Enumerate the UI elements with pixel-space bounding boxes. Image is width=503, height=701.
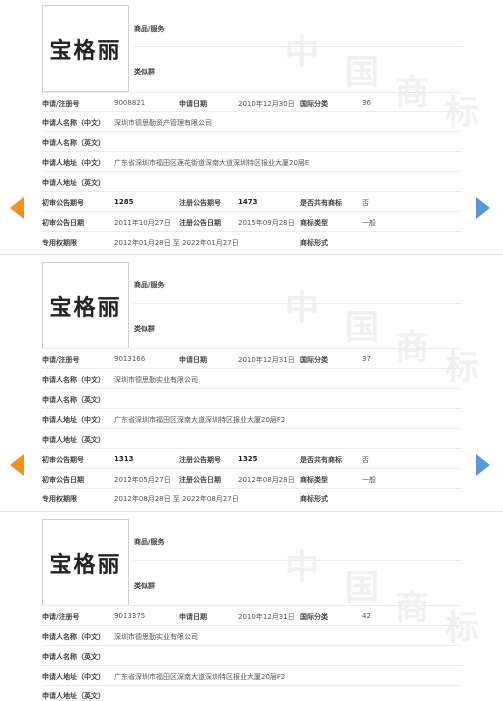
app-date-label: 申请日期 — [179, 356, 207, 364]
prev-arrow-icon[interactable] — [10, 454, 24, 476]
mark-type-label: 商标类型 — [300, 476, 328, 484]
watermark-char: 国 — [345, 308, 379, 348]
intl-class-label: 国际分类 — [300, 613, 328, 621]
intl-class-value: 36 — [362, 99, 371, 107]
mark-form-label: 商标形式 — [300, 495, 328, 503]
next-arrow-icon[interactable] — [476, 454, 490, 476]
watermark-char: 中 — [285, 33, 319, 73]
goods-services-label: 商品/服务 — [134, 538, 165, 546]
applicant-en-label: 申请人名称（英文） — [42, 396, 105, 404]
prelim-date-label: 初审公告日期 — [42, 219, 84, 227]
watermark-char: 国 — [345, 568, 379, 608]
mark-type-value: 一般 — [362, 219, 376, 227]
address-cn-label: 申请人地址（中文） — [42, 416, 105, 424]
prelim-issue-label: 初审公告期号 — [42, 199, 84, 207]
reg-issue-label: 注册公告期号 — [179, 199, 221, 207]
watermark-char: 中 — [285, 288, 319, 328]
intl-class-label: 国际分类 — [300, 100, 328, 108]
prelim-date-value: 2012年05月27日 — [114, 476, 171, 484]
reg-date-label: 注册公告日期 — [179, 219, 221, 227]
exclusive-period-label: 专用权期限 — [42, 495, 77, 503]
address-en-label: 申请人地址（英文） — [42, 692, 105, 700]
app-date-label: 申请日期 — [179, 100, 207, 108]
intl-class-value: 37 — [362, 355, 371, 363]
shared-label: 是否共有商标 — [300, 199, 342, 207]
similar-group-label: 类似群 — [134, 325, 155, 333]
intl-class-label: 国际分类 — [300, 356, 328, 364]
mark-type-value: 一般 — [362, 476, 376, 484]
goods-services-label: 商品/服务 — [134, 25, 165, 33]
app-date-value: 2010年12月30日 — [238, 100, 295, 108]
reg-no-label: 申请/注册号 — [42, 356, 80, 364]
trademark-logo[interactable]: 宝格丽 — [42, 262, 129, 349]
applicant-cn-label: 申请人名称（中文） — [42, 119, 105, 127]
reg-date-label: 注册公告日期 — [179, 476, 221, 484]
next-arrow-icon[interactable] — [476, 197, 490, 219]
trademark-logo[interactable]: 宝格丽 — [42, 5, 129, 92]
address-cn-label: 申请人地址（中文） — [42, 673, 105, 681]
exclusive-period-value: 2012年08月28日 至 2022年08月27日 — [114, 495, 239, 503]
applicant-cn-value: 深圳市德思勤实业有限公司 — [114, 633, 198, 641]
reg-no-value: 9013375 — [114, 612, 146, 620]
reg-no-label: 申请/注册号 — [42, 100, 80, 108]
exclusive-period-label: 专用权期限 — [42, 239, 77, 247]
shared-value: 否 — [362, 456, 369, 464]
applicant-cn-value: 深圳市德思勤资产管理有限公司 — [114, 119, 212, 127]
prelim-issue-label: 初审公告期号 — [42, 456, 84, 464]
reg-no-label: 申请/注册号 — [42, 613, 80, 621]
watermark-char: 国 — [345, 53, 379, 93]
watermark-char: 商 — [395, 328, 429, 368]
address-cn-value: 广东省深圳市福田区深南大道深圳特区报业大厦20层F2 — [114, 673, 286, 681]
reg-issue-value: 1325 — [238, 455, 258, 463]
applicant-cn-label: 申请人名称（中文） — [42, 376, 105, 384]
intl-class-value: 42 — [362, 612, 371, 620]
app-date-value: 2010年12月31日 — [238, 613, 295, 621]
reg-issue-label: 注册公告期号 — [179, 456, 221, 464]
reg-date-value: 2012年08月28日 — [238, 476, 295, 484]
reg-date-value: 2015年09月28日 — [238, 219, 295, 227]
mark-type-label: 商标类型 — [300, 219, 328, 227]
applicant-cn-label: 申请人名称（中文） — [42, 633, 105, 641]
exclusive-period-value: 2012年01月28日 至 2022年01月27日 — [114, 239, 239, 247]
mark-form-label: 商标形式 — [300, 239, 328, 247]
address-en-label: 申请人地址（英文） — [42, 179, 105, 187]
prev-arrow-icon[interactable] — [10, 197, 24, 219]
reg-no-value: 9008821 — [114, 99, 146, 107]
shared-label: 是否共有商标 — [300, 456, 342, 464]
watermark-char: 中 — [285, 548, 319, 588]
applicant-cn-value: 深圳市德思勤实业有限公司 — [114, 376, 198, 384]
applicant-en-label: 申请人名称（英文） — [42, 653, 105, 661]
address-cn-value: 广东省深圳市福田区深南大道深圳特区报业大厦20层F2 — [114, 416, 286, 424]
applicant-en-label: 申请人名称（英文） — [42, 139, 105, 147]
prelim-issue-value: 1285 — [114, 198, 134, 206]
goods-services-label: 商品/服务 — [134, 281, 165, 289]
similar-group-label: 类似群 — [134, 582, 155, 590]
address-cn-value: 广东省深圳市福田区莲花街道深南大道深圳特区报业大厦20层E — [114, 159, 310, 167]
similar-group-label: 类似群 — [134, 68, 155, 76]
app-date-value: 2010年12月31日 — [238, 356, 295, 364]
shared-value: 否 — [362, 199, 369, 207]
app-date-label: 申请日期 — [179, 613, 207, 621]
watermark-char: 商 — [395, 73, 429, 113]
address-en-label: 申请人地址（英文） — [42, 436, 105, 444]
address-cn-label: 申请人地址（中文） — [42, 159, 105, 167]
reg-issue-value: 1473 — [238, 198, 258, 206]
reg-no-value: 9013166 — [114, 355, 146, 363]
prelim-date-label: 初审公告日期 — [42, 476, 84, 484]
prelim-issue-value: 1313 — [114, 455, 134, 463]
trademark-logo[interactable]: 宝格丽 — [42, 519, 129, 606]
prelim-date-value: 2011年10月27日 — [114, 219, 171, 227]
